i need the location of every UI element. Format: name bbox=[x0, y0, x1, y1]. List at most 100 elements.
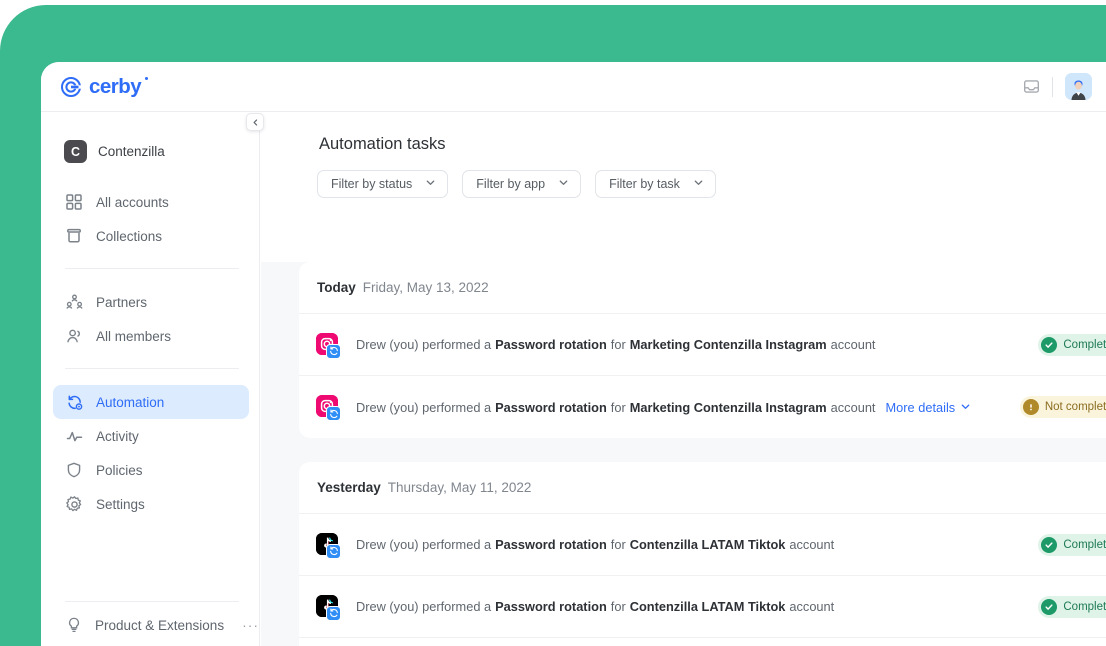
task-account: Contenzilla LATAM Tiktok bbox=[629, 537, 786, 552]
task-actor: Drew (you) performed a bbox=[356, 599, 492, 614]
sidebar-item-label: Collections bbox=[96, 228, 163, 244]
org-switcher[interactable]: C Contenzilla bbox=[64, 140, 165, 163]
box-icon bbox=[65, 227, 83, 245]
day-date: Friday, May 13, 2022 bbox=[362, 280, 489, 295]
task-account: Marketing Contenzilla Instagram bbox=[629, 399, 827, 415]
filter-label: Filter by app bbox=[476, 177, 546, 191]
nav-divider bbox=[65, 601, 239, 602]
task-row[interactable]: Drew (you) performed a Password rotation f… bbox=[299, 376, 1106, 438]
sidebar-item-settings[interactable]: Settings bbox=[53, 487, 249, 521]
task-actor: Drew (you) performed a bbox=[356, 537, 492, 552]
warning-icon bbox=[1022, 399, 1039, 415]
day-date: Thursday, May 11, 2022 bbox=[387, 480, 532, 495]
task-suffix: account bbox=[789, 599, 835, 614]
task-suffix: account bbox=[830, 399, 876, 415]
day-group-header: Yesterday Thursday, May 11, 2022 bbox=[299, 462, 1106, 514]
org-name: Contenzilla bbox=[98, 144, 165, 159]
more-details-label: More details bbox=[885, 399, 956, 415]
sidebar-item-partners[interactable]: Partners bbox=[53, 285, 249, 319]
inbox-tray-icon[interactable] bbox=[1023, 78, 1040, 95]
sidebar-item-all-members[interactable]: All members bbox=[53, 319, 249, 353]
filter-by-task-dropdown[interactable]: Filter by task bbox=[595, 170, 716, 198]
chevron-left-icon bbox=[252, 113, 259, 131]
task-preposition: for bbox=[610, 537, 626, 552]
sidebar-item-label: All accounts bbox=[96, 194, 169, 210]
task-account: Marketing Contenzilla Instagram bbox=[629, 337, 827, 352]
app-topbar: cerby bbox=[41, 62, 1106, 112]
task-row[interactable]: Not completed bbox=[299, 638, 1106, 646]
task-description: Drew (you) performed a Password rotation f… bbox=[356, 337, 876, 352]
app-window: cerby C Contenzilla All accounts Collect… bbox=[41, 62, 1106, 646]
day-label: Yesterday bbox=[317, 480, 381, 495]
task-description: Drew (you) performed a Password rotation f… bbox=[356, 537, 834, 552]
sidebar-item-label: Automation bbox=[96, 394, 165, 410]
task-row[interactable]: Drew (you) performed a Password rotation f… bbox=[299, 314, 1106, 376]
sidebar-item-label: Activity bbox=[96, 428, 139, 444]
automation-tasks-list[interactable]: Today Friday, May 13, 2022 Drew (you) perf… bbox=[261, 262, 1106, 646]
task-preposition: for bbox=[610, 337, 626, 352]
status-label: Not completed bbox=[1044, 401, 1106, 413]
avatar[interactable] bbox=[1065, 73, 1092, 100]
sidebar-item-label: Policies bbox=[96, 462, 143, 478]
task-row[interactable]: Drew (you) performed a Password rotation f… bbox=[299, 514, 1106, 576]
filter-by-app-dropdown[interactable]: Filter by app bbox=[462, 170, 582, 198]
task-actor: Drew (you) performed a bbox=[356, 337, 492, 352]
cerby-logo[interactable]: cerby bbox=[60, 75, 149, 99]
lightbulb-icon bbox=[65, 616, 83, 634]
nav-group-tools: Automation Activity Policies Settings bbox=[53, 385, 249, 521]
sidebar-item-product-extensions[interactable]: Product & Extensions ··· bbox=[53, 608, 258, 642]
check-icon bbox=[1041, 336, 1058, 353]
gear-icon bbox=[65, 495, 83, 513]
sidebar-item-automation[interactable]: Automation bbox=[53, 385, 249, 419]
sidebar-item-policies[interactable]: Policies bbox=[53, 453, 249, 487]
nav-divider bbox=[65, 268, 239, 269]
nav-group-primary: All accounts Collections bbox=[53, 185, 249, 253]
chevron-down-icon bbox=[558, 175, 569, 193]
task-row[interactable]: Drew (you) performed a Password rotation f… bbox=[299, 576, 1106, 638]
check-icon bbox=[1041, 536, 1058, 553]
task-description: Drew (you) performed a Password rotation f… bbox=[356, 400, 971, 415]
page-title: Automation tasks bbox=[319, 135, 446, 153]
sidebar-item-activity[interactable]: Activity bbox=[53, 419, 249, 453]
sidebar-item-collections[interactable]: Collections bbox=[53, 219, 249, 253]
day-label: Today bbox=[317, 280, 356, 295]
chevron-down-icon bbox=[693, 175, 704, 193]
sidebar-item-label: All members bbox=[96, 328, 172, 344]
overflow-menu-icon[interactable]: ··· bbox=[242, 617, 259, 633]
sidebar-item-all-accounts[interactable]: All accounts bbox=[53, 185, 249, 219]
status-label: Completed bbox=[1063, 338, 1106, 351]
rotation-badge-icon bbox=[326, 343, 341, 359]
task-type: Password rotation bbox=[495, 537, 607, 552]
status-badge: Completed bbox=[1038, 533, 1106, 556]
sidebar-item-label: Product & Extensions bbox=[95, 617, 225, 633]
members-icon bbox=[65, 327, 83, 345]
task-type: Password rotation bbox=[495, 337, 607, 352]
rotation-badge-icon bbox=[326, 605, 341, 621]
sidebar-item-label: Settings bbox=[96, 496, 145, 512]
app-icon-wrapper bbox=[316, 594, 341, 621]
grid-icon bbox=[65, 193, 83, 211]
filter-by-status-dropdown[interactable]: Filter by status bbox=[317, 170, 449, 198]
cerby-logo-text: cerby bbox=[89, 75, 149, 98]
sidebar-item-label: Partners bbox=[96, 294, 148, 310]
filter-label: Filter by status bbox=[331, 177, 413, 191]
main-content: Automation tasks Filter by status Filter… bbox=[261, 113, 1106, 646]
day-group-card: Today Friday, May 13, 2022 Drew (you) perf… bbox=[299, 262, 1106, 438]
automation-refresh-icon bbox=[65, 393, 83, 411]
day-group-card: Yesterday Thursday, May 11, 2022 Drew (you… bbox=[299, 462, 1106, 646]
task-actor: Drew (you) performed a bbox=[356, 399, 492, 415]
more-details-link[interactable]: More details bbox=[886, 400, 972, 415]
cerby-logo-icon bbox=[60, 76, 82, 98]
task-preposition: for bbox=[610, 399, 626, 415]
sidebar: C Contenzilla All accounts Collections P… bbox=[41, 113, 260, 646]
nav-divider bbox=[65, 368, 239, 369]
status-badge: Not completed bbox=[1019, 396, 1106, 418]
task-type: Password rotation bbox=[495, 399, 607, 415]
task-preposition: for bbox=[610, 599, 626, 614]
app-icon-wrapper bbox=[316, 395, 341, 421]
nav-group-bottom: Product & Extensions ··· bbox=[53, 608, 258, 642]
collapse-sidebar-button[interactable] bbox=[246, 113, 264, 131]
org-avatar: C bbox=[64, 140, 87, 163]
topbar-actions bbox=[1023, 73, 1092, 100]
task-suffix: account bbox=[830, 337, 876, 352]
